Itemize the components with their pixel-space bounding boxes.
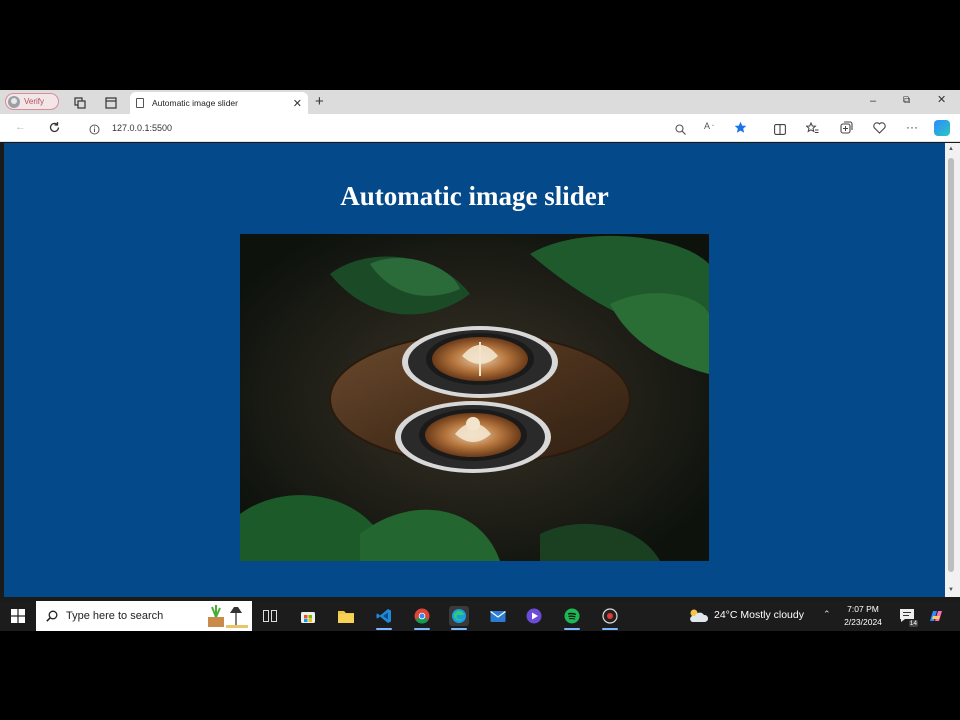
page-title: Automatic image slider [340,181,609,211]
media-player-icon[interactable] [524,606,544,626]
read-aloud-icon[interactable]: A᠂ [704,122,714,131]
restore-icon[interactable]: ⧉ [903,96,910,106]
close-window-icon[interactable]: ✕ [937,95,946,106]
profile-button[interactable]: Verify [5,93,59,110]
site-info-icon[interactable] [89,122,100,140]
vscode-icon[interactable] [374,606,394,630]
zoom-icon[interactable] [675,122,686,140]
scrollbar-thumb[interactable] [948,158,954,572]
browser-essentials-icon[interactable] [873,121,886,139]
tab-close-icon[interactable]: ✕ [293,97,302,110]
clock-date: 2/23/2024 [844,617,882,627]
tab-automatic-image-slider[interactable]: Automatic image slider ✕ [130,92,308,114]
slider-image [240,234,709,561]
taskbar-search-input[interactable]: Type here to search [36,601,252,631]
windows-start-icon[interactable] [11,609,25,628]
clock-time: 7:07 PM [847,604,879,614]
refresh-icon[interactable] [48,121,61,139]
back-icon[interactable]: ← [15,122,26,133]
chevron-up-icon[interactable]: ⌃ [823,609,831,620]
cloud-icon [690,609,708,622]
workspaces-icon[interactable] [74,96,86,114]
tab-actions-icon[interactable] [105,96,117,114]
scroll-down-icon[interactable]: ▼ [948,587,954,593]
address-bar[interactable]: 127.0.0.1:5500 [112,123,172,133]
tab-title: Automatic image slider [152,98,238,108]
avatar [8,95,20,108]
copilot-taskbar-icon[interactable] [927,607,945,630]
mail-icon[interactable] [488,606,508,626]
chrome-icon[interactable] [412,606,432,630]
more-menu-icon[interactable]: ··· [906,121,918,133]
notification-icon[interactable]: 14 [898,607,918,627]
microsoft-store-icon[interactable] [298,606,318,626]
recorder-icon[interactable] [600,606,620,630]
notification-badge: 14 [908,620,918,627]
collections-icon[interactable] [840,121,853,139]
weather-widget[interactable]: 24°C Mostly cloudy [688,607,804,623]
task-view-icon[interactable] [260,606,280,626]
edge-icon[interactable] [449,606,469,630]
page-icon [136,98,144,108]
search-icon [46,610,58,622]
system-clock[interactable]: 7:07 PM 2/23/2024 [838,603,888,629]
favorites-icon[interactable] [805,121,819,139]
split-screen-icon[interactable] [774,122,786,140]
search-highlight-icon [208,605,248,628]
minimize-icon[interactable]: – [870,96,876,107]
search-placeholder: Type here to search [66,610,164,622]
weather-label: 24°C Mostly cloudy [714,609,804,621]
favorite-star-icon[interactable] [734,121,747,139]
spotify-icon[interactable] [562,606,582,630]
file-explorer-icon[interactable] [336,606,356,626]
profile-label: Verify [24,97,45,106]
new-tab-icon[interactable]: + [315,94,324,109]
scroll-up-icon[interactable]: ▲ [948,146,954,152]
copilot-icon[interactable] [934,120,950,136]
